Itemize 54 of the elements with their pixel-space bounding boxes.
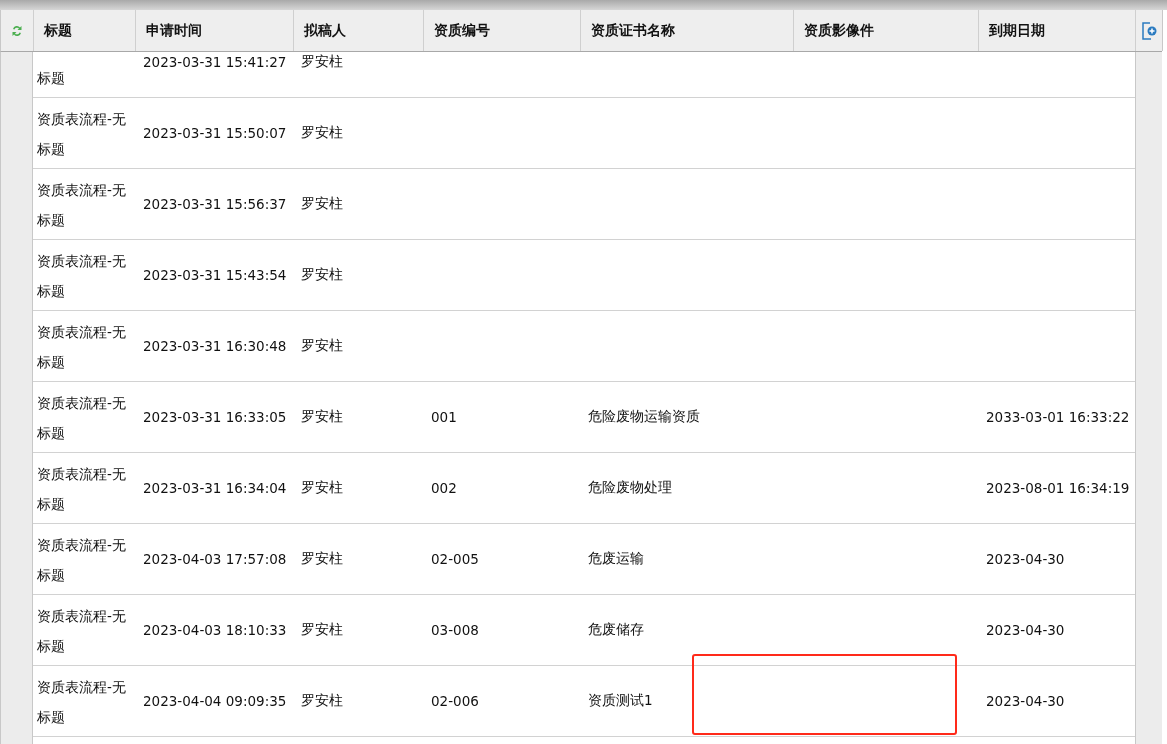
- add-document-icon[interactable]: [1141, 21, 1157, 40]
- column-header[interactable]: 到期日期: [979, 10, 1136, 51]
- number-cell: 02-006: [431, 693, 479, 709]
- number-cell: 03-008: [431, 622, 479, 638]
- drafter-cell: 罗安柱: [301, 479, 343, 497]
- certificate-name-cell: 危废运输: [588, 550, 644, 568]
- drafter-cell: 罗安柱: [301, 408, 343, 426]
- drafter-cell: 罗安柱: [301, 550, 343, 568]
- time-cell: 2023-04-04 09:09:35: [143, 693, 287, 709]
- title-cell-text: 资质表流程-无标题: [36, 465, 127, 514]
- title-cell-text: 资质表流程-无标题: [36, 394, 127, 443]
- drafter-cell: 罗安柱: [301, 266, 343, 284]
- expiry-date-cell: 2023-08-01 16:34:19: [986, 480, 1130, 496]
- time-cell: 2023-03-31 16:33:05: [143, 409, 287, 425]
- column-header[interactable]: 拟稿人: [294, 10, 424, 51]
- title-cell-text: 资质表流程-无标题: [36, 607, 127, 656]
- column-header[interactable]: 申请时间: [136, 10, 294, 51]
- number-cell: 001: [431, 409, 457, 425]
- drafter-cell: 罗安柱: [301, 692, 343, 710]
- title-cell-text: 标题: [36, 69, 66, 88]
- number-cell: 002: [431, 480, 457, 496]
- title-cell-text: 资质表流程-无标题: [36, 181, 127, 230]
- time-cell: 2023-03-31 15:43:54: [143, 267, 287, 283]
- certificate-name-cell: 危险废物运输资质: [588, 408, 700, 426]
- title-cell-text: 资质表流程-无标题: [36, 678, 127, 727]
- time-cell: 2023-03-31 15:50:07: [143, 125, 287, 141]
- number-cell: 02-005: [431, 551, 479, 567]
- drafter-cell: 罗安柱: [301, 124, 343, 142]
- title-cell-text: 资质表流程-无标题: [36, 252, 127, 301]
- expiry-date-cell: 2023-04-30: [986, 551, 1065, 567]
- column-header[interactable]: 标题: [34, 10, 136, 51]
- column-header[interactable]: 资质编号: [424, 10, 581, 51]
- time-cell: 2023-03-31 15:56:37: [143, 196, 287, 212]
- column-header[interactable]: 资质证书名称: [581, 10, 794, 51]
- title-cell-text: 资质表流程-无标题: [36, 110, 127, 159]
- drafter-cell: 罗安柱: [301, 53, 343, 71]
- drafter-cell: 罗安柱: [301, 195, 343, 213]
- drafter-cell: 罗安柱: [301, 621, 343, 639]
- time-cell: 2023-03-31 15:41:27: [143, 54, 287, 70]
- refresh-icon[interactable]: [11, 23, 23, 38]
- certificate-name-cell: 资质测试1: [588, 692, 653, 710]
- drafter-cell: 罗安柱: [301, 337, 343, 355]
- title-cell-text: 资质表流程-无标题: [36, 323, 127, 372]
- time-cell: 2023-04-03 17:57:08: [143, 551, 287, 567]
- column-header[interactable]: 资质影像件: [794, 10, 979, 51]
- expiry-date-cell: 2023-04-30: [986, 622, 1065, 638]
- time-cell: 2023-04-03 18:10:33: [143, 622, 287, 638]
- certificate-name-cell: 危险废物处理: [588, 479, 672, 497]
- time-cell: 2023-03-31 16:30:48: [143, 338, 287, 354]
- title-cell-text: 资质表流程-无标题: [36, 536, 127, 585]
- certificate-name-cell: 危废储存: [588, 621, 644, 639]
- time-cell: 2023-03-31 16:34:04: [143, 480, 287, 496]
- expiry-date-cell: 2033-03-01 16:33:22: [986, 409, 1130, 425]
- expiry-date-cell: 2023-04-30: [986, 693, 1065, 709]
